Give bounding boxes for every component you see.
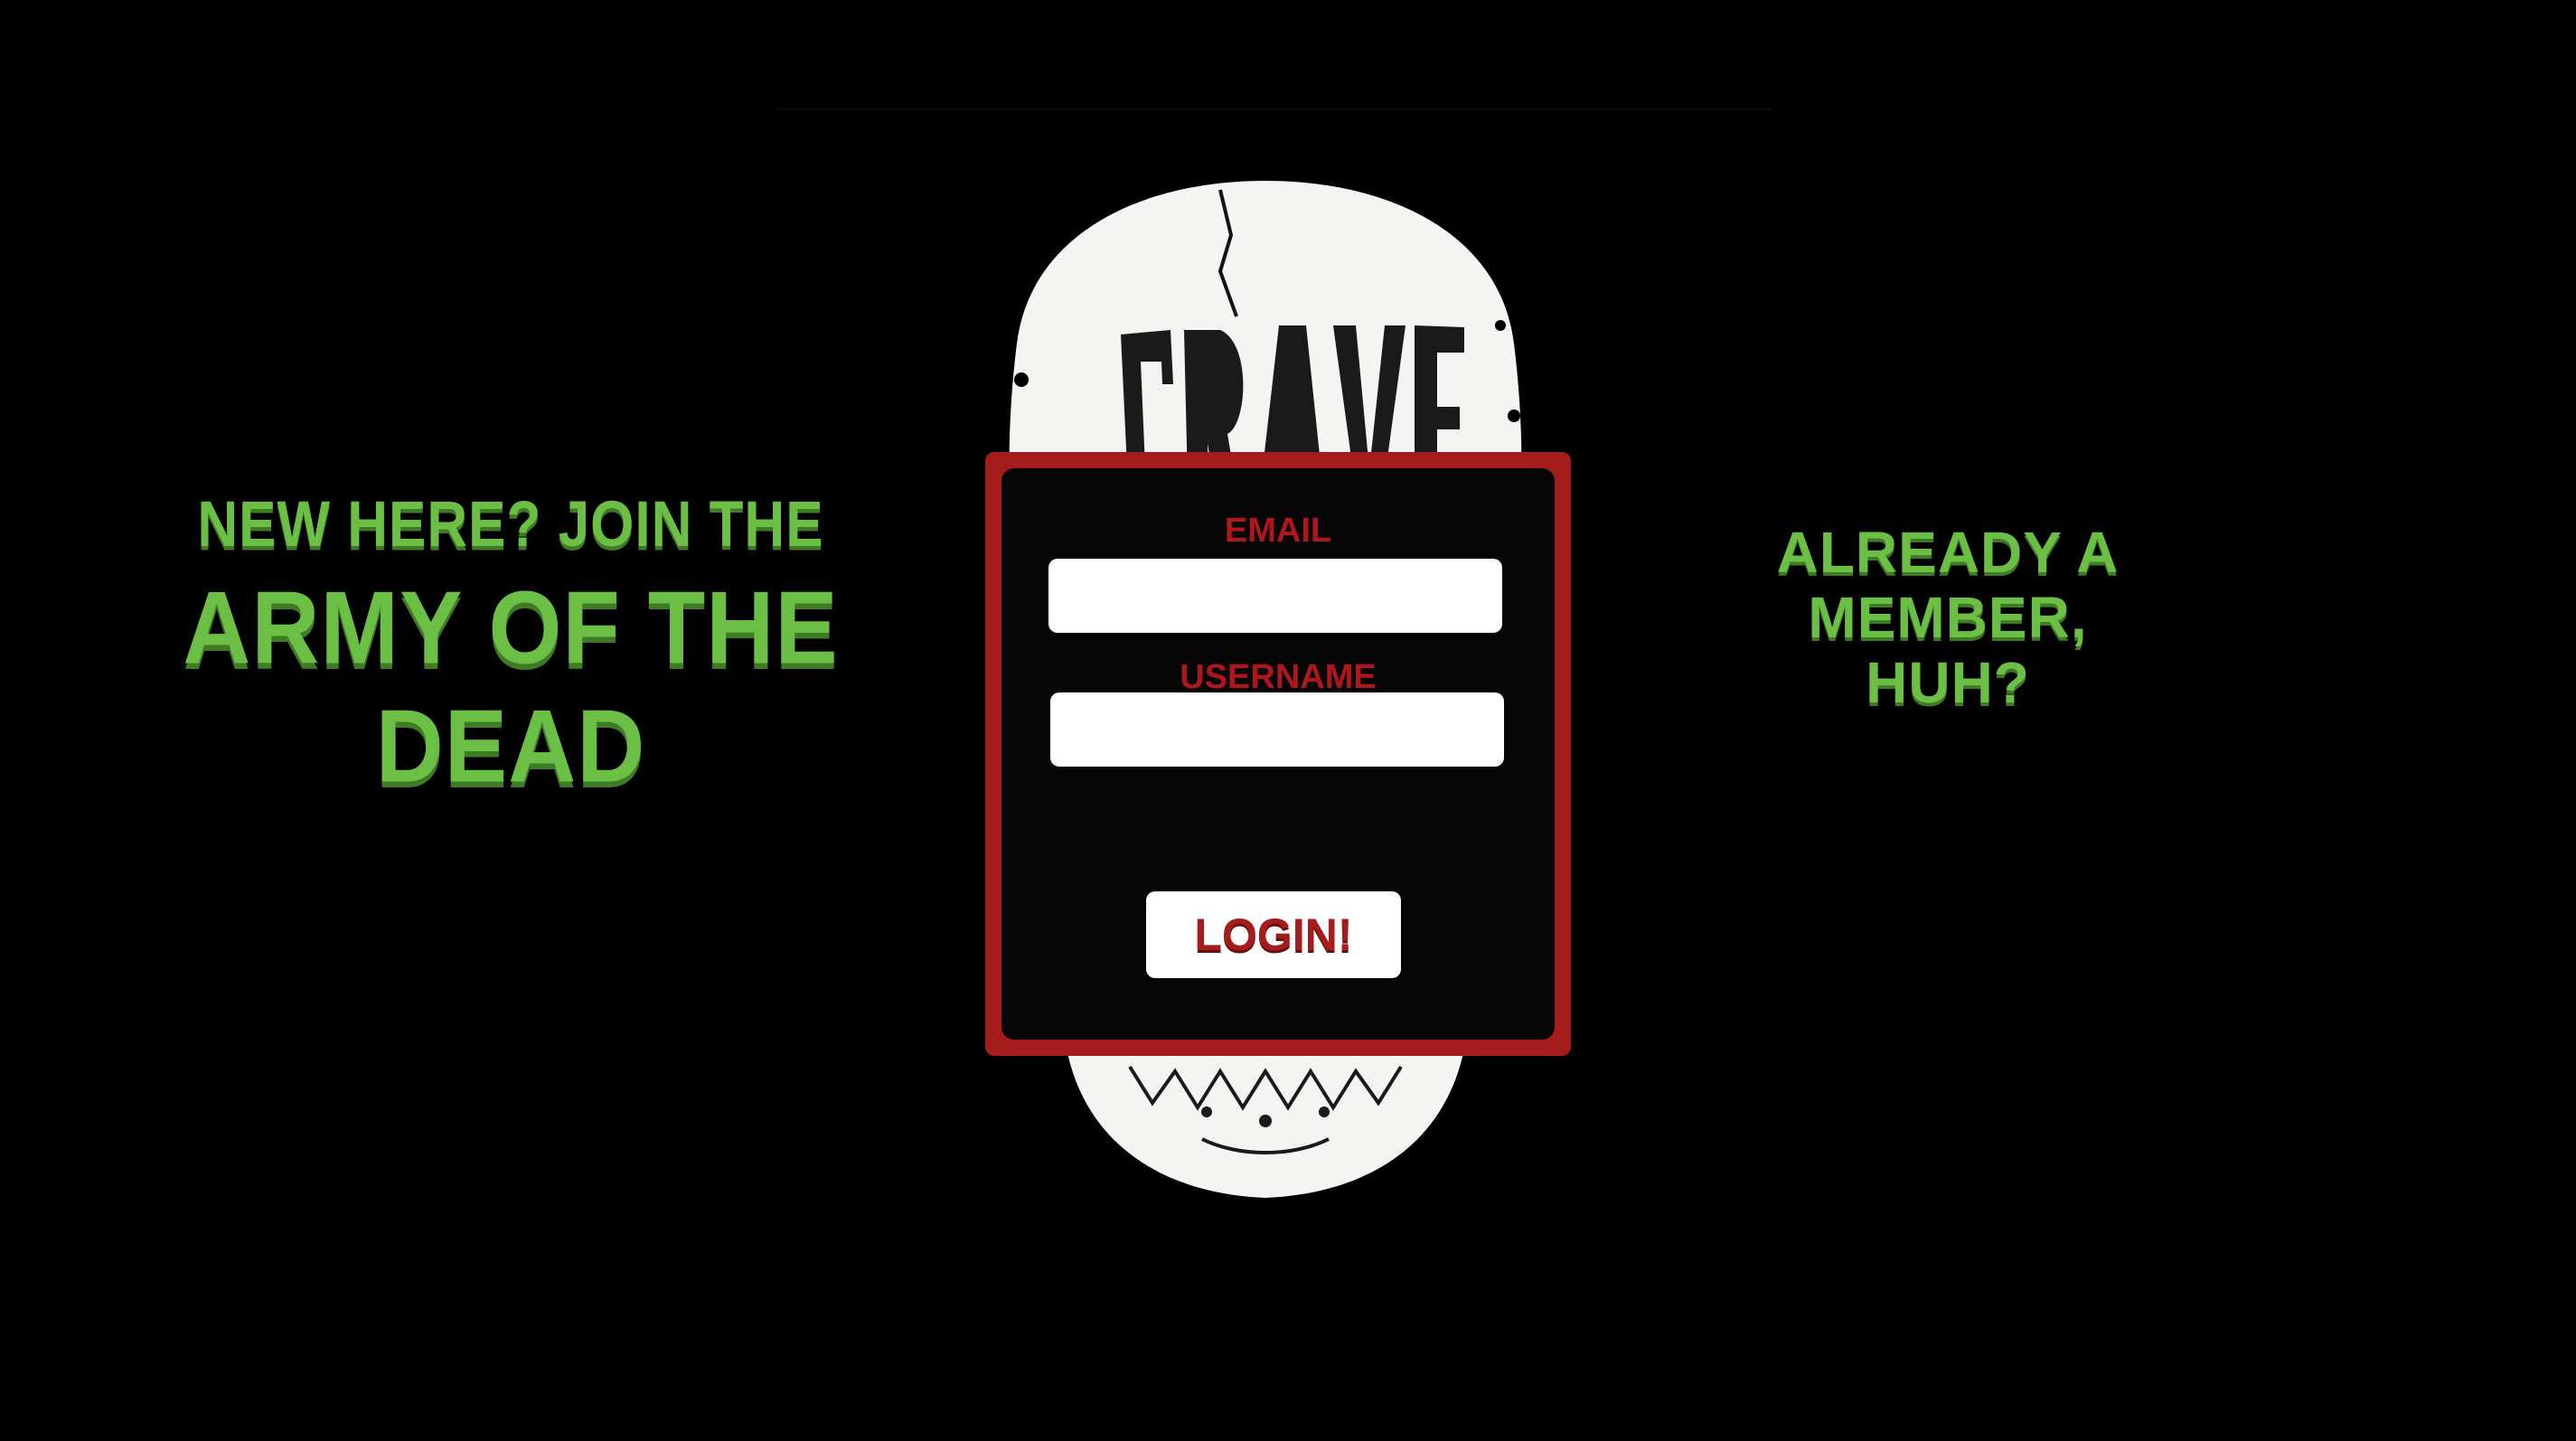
login-button[interactable]: LOGIN! [1146, 891, 1401, 978]
email-field[interactable] [1048, 559, 1502, 633]
top-divider [777, 108, 1772, 110]
username-field[interactable] [1050, 692, 1504, 767]
login-form: EMAIL USERNAME LOGIN! [1001, 468, 1555, 1040]
member-callout-line1: ALREADY A MEMBER, [1776, 520, 2120, 650]
email-label: EMAIL [1224, 512, 1332, 550]
signup-callout[interactable]: NEW HERE? JOIN THE ARMY OF THE DEAD [145, 489, 877, 805]
username-label: USERNAME [1180, 658, 1377, 696]
member-callout: ALREADY A MEMBER, HUH? [1681, 520, 2214, 715]
signup-callout-line2: ARMY OF THE DEAD [183, 570, 839, 805]
login-page: NEW HERE? JOIN THE ARMY OF THE DEAD ALRE… [0, 0, 2576, 1441]
login-panel: EMAIL USERNAME LOGIN! [985, 452, 1571, 1056]
signup-callout-line1: NEW HERE? JOIN THE [197, 488, 824, 561]
member-callout-line2: HUH? [1866, 650, 2030, 715]
